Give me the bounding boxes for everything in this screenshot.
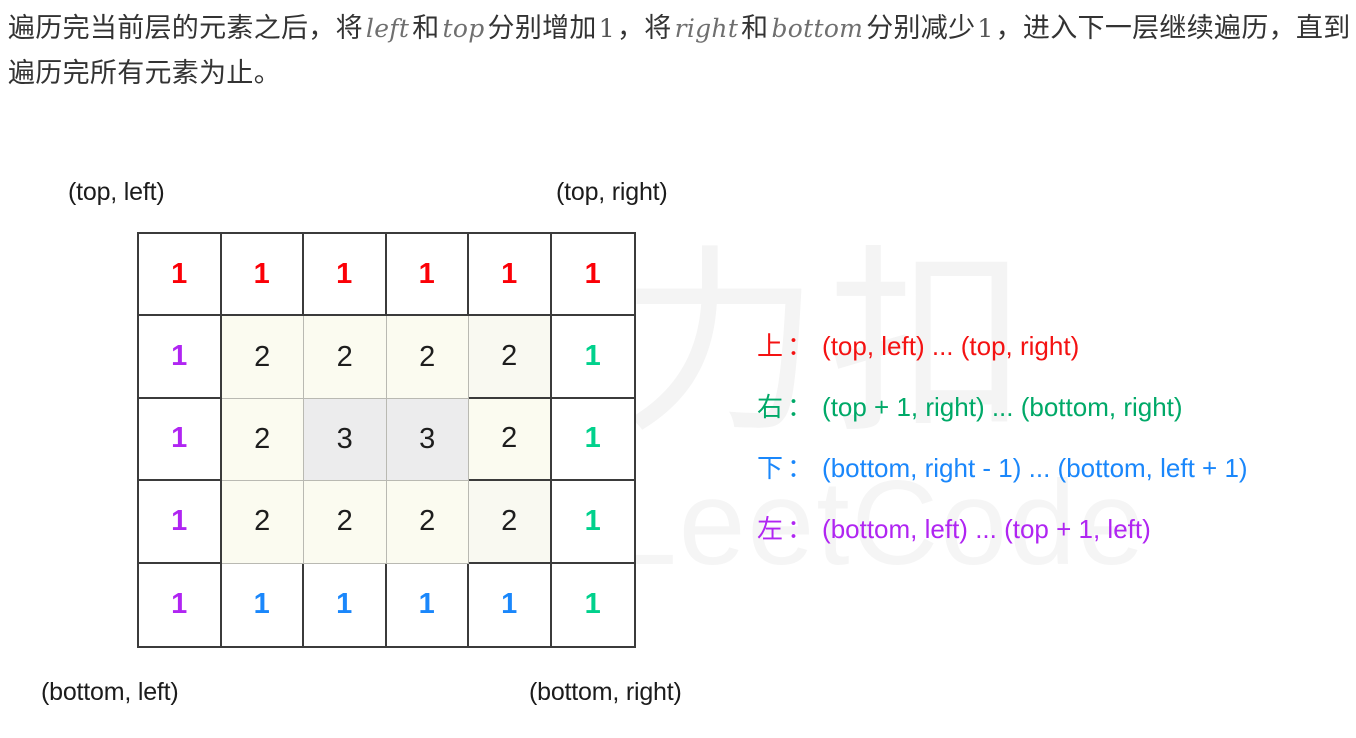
matrix-cell-r1-c3: 2 (386, 316, 469, 399)
variable-left: left (365, 14, 410, 43)
paragraph-segment-1: 遍历完当前层的元素之后，将 (8, 13, 363, 44)
variable-top: top (442, 14, 485, 43)
matrix-cell-value: 1 (336, 257, 353, 290)
matrix-cell-r3-c0: 1 (139, 481, 222, 564)
paragraph-segment-5: 和 (741, 13, 769, 44)
matrix-cell-value: 2 (254, 505, 271, 538)
matrix-cell-r2-c1: 2 (221, 398, 304, 482)
corner-label-bottom-right: (bottom, right) (529, 678, 682, 706)
matrix-cell-value: 1 (171, 257, 188, 290)
matrix-cell-value: 2 (254, 340, 271, 373)
matrix-cell-value: 1 (584, 504, 601, 537)
legend-direction-key: 右 (757, 393, 784, 423)
legend-range-text: (top, left) ... (top, right) (822, 331, 1080, 361)
matrix-cell-value: 2 (336, 340, 353, 373)
matrix-cell-r3-c2: 2 (304, 481, 387, 564)
matrix-cell-r4-c2: 1 (304, 563, 387, 646)
variable-bottom: bottom (771, 14, 864, 43)
matrix-cell-value: 2 (419, 505, 436, 538)
matrix-cell-value: 3 (336, 422, 353, 455)
paragraph-segment-6: 分别减少 (866, 13, 976, 44)
matrix-cell-r0-c4: 1 (469, 234, 552, 317)
matrix-cell-value: 2 (501, 504, 518, 537)
matrix-cell-value: 1 (171, 340, 188, 373)
matrix-cell-value: 2 (419, 340, 436, 373)
matrix-cell-r4-c3: 1 (387, 563, 469, 646)
legend-row-0: 上： (top, left) ... (top, right) (757, 326, 1337, 387)
paragraph-segment-4: ，将 (616, 13, 672, 44)
matrix-cell-r3-c1: 2 (221, 481, 304, 564)
matrix-cell-r3-c3: 2 (386, 481, 469, 564)
matrix-cell-value: 1 (584, 340, 601, 373)
matrix-cell-value: 1 (171, 422, 188, 455)
matrix-cell-value: 1 (253, 588, 270, 621)
legend-range-text: (bottom, right - 1) ... (bottom, left + … (822, 453, 1248, 483)
matrix-cell-r0-c3: 1 (386, 234, 469, 317)
legend-row-3: 左： (bottom, left) ... (top + 1, left) (757, 509, 1337, 570)
number-one-b: 1 (977, 14, 994, 43)
matrix-cell-value: 1 (336, 588, 353, 621)
matrix-cell-r0-c1: 1 (221, 234, 304, 317)
matrix-cell-value: 1 (253, 257, 270, 290)
matrix-cell-value: 2 (501, 340, 518, 373)
matrix-cell-value: 2 (336, 505, 353, 538)
number-one-a: 1 (598, 14, 615, 43)
matrix-cell-r2-c0: 1 (139, 398, 222, 482)
matrix-cell-r0-c5: 1 (551, 234, 634, 317)
matrix-cell-r4-c5: 1 (552, 564, 635, 646)
variable-right: right (674, 14, 739, 43)
legend-colon: ： (787, 514, 814, 544)
legend-direction-key: 左 (757, 515, 784, 545)
matrix-cell-value: 2 (254, 422, 271, 455)
legend-row-2: 下： (bottom, right - 1) ... (bottom, left … (757, 448, 1337, 509)
matrix-cell-r2-c2: 3 (304, 398, 387, 482)
corner-label-bottom-left: (bottom, left) (41, 678, 179, 706)
matrix-cell-r4-c0: 1 (139, 563, 222, 646)
matrix-cell-r1-c2: 2 (304, 316, 387, 399)
legend-colon: ： (787, 331, 814, 361)
paragraph-segment-3: 分别增加 (487, 13, 597, 44)
corner-label-top-right: (top, right) (556, 178, 668, 206)
matrix-cell-r1-c4: 2 (469, 316, 552, 399)
legend-range-text: (top + 1, right) ... (bottom, right) (822, 392, 1183, 422)
legend-colon: ： (787, 453, 814, 483)
paragraph-segment-2: 和 (412, 13, 440, 44)
matrix-cell-value: 1 (501, 588, 518, 621)
corner-label-top-left: (top, left) (68, 178, 165, 206)
matrix-cell-value: 1 (171, 588, 188, 621)
legend-row-1: 右： (top + 1, right) ... (bottom, right) (757, 387, 1337, 448)
matrix-cell-value: 1 (418, 257, 435, 290)
matrix-cell-value: 1 (584, 422, 601, 455)
matrix-cell-r1-c5: 1 (551, 316, 634, 399)
matrix-cell-value: 1 (171, 504, 188, 537)
matrix-cell-r1-c0: 1 (139, 316, 222, 399)
legend-colon: ： (787, 392, 814, 422)
matrix-cell-value: 2 (501, 422, 518, 455)
matrix-grid: 1 1 1 1 1 1 1 2 2 2 2 1 1 2 3 3 2 1 1 2 2 2 2 1 1 1 1 1 1 1 (137, 232, 636, 648)
legend-direction-key: 下 (757, 454, 784, 484)
matrix-cell-r2-c5: 1 (551, 399, 634, 482)
matrix-cell-r1-c1: 2 (221, 316, 304, 399)
matrix-cell-r0-c2: 1 (304, 234, 387, 317)
matrix-cell-r2-c4: 2 (469, 398, 552, 482)
matrix-cell-r0-c0: 1 (139, 234, 222, 317)
matrix-cell-value: 1 (584, 588, 601, 621)
matrix-cell-value: 1 (418, 588, 435, 621)
matrix-cell-value: 3 (419, 422, 436, 455)
description-paragraph: 遍历完当前层的元素之后，将 left 和 top 分别增加1，将 right 和 bottom… (8, 6, 1354, 96)
matrix-cell-value: 1 (584, 257, 601, 290)
legend-direction-key: 上 (757, 332, 784, 362)
legend-range-text: (bottom, left) ... (top + 1, left) (822, 514, 1151, 544)
matrix-cell-value: 1 (501, 257, 518, 290)
matrix-cell-r4-c1: 1 (222, 563, 304, 646)
matrix-cell-r3-c4: 2 (469, 481, 552, 564)
matrix-cell-r2-c3: 3 (386, 398, 469, 482)
matrix-cell-r3-c5: 1 (551, 481, 634, 564)
matrix-cell-r4-c4: 1 (469, 563, 552, 646)
direction-legend: 上： (top, left) ... (top, right) 右： (top + 1… (757, 326, 1337, 570)
